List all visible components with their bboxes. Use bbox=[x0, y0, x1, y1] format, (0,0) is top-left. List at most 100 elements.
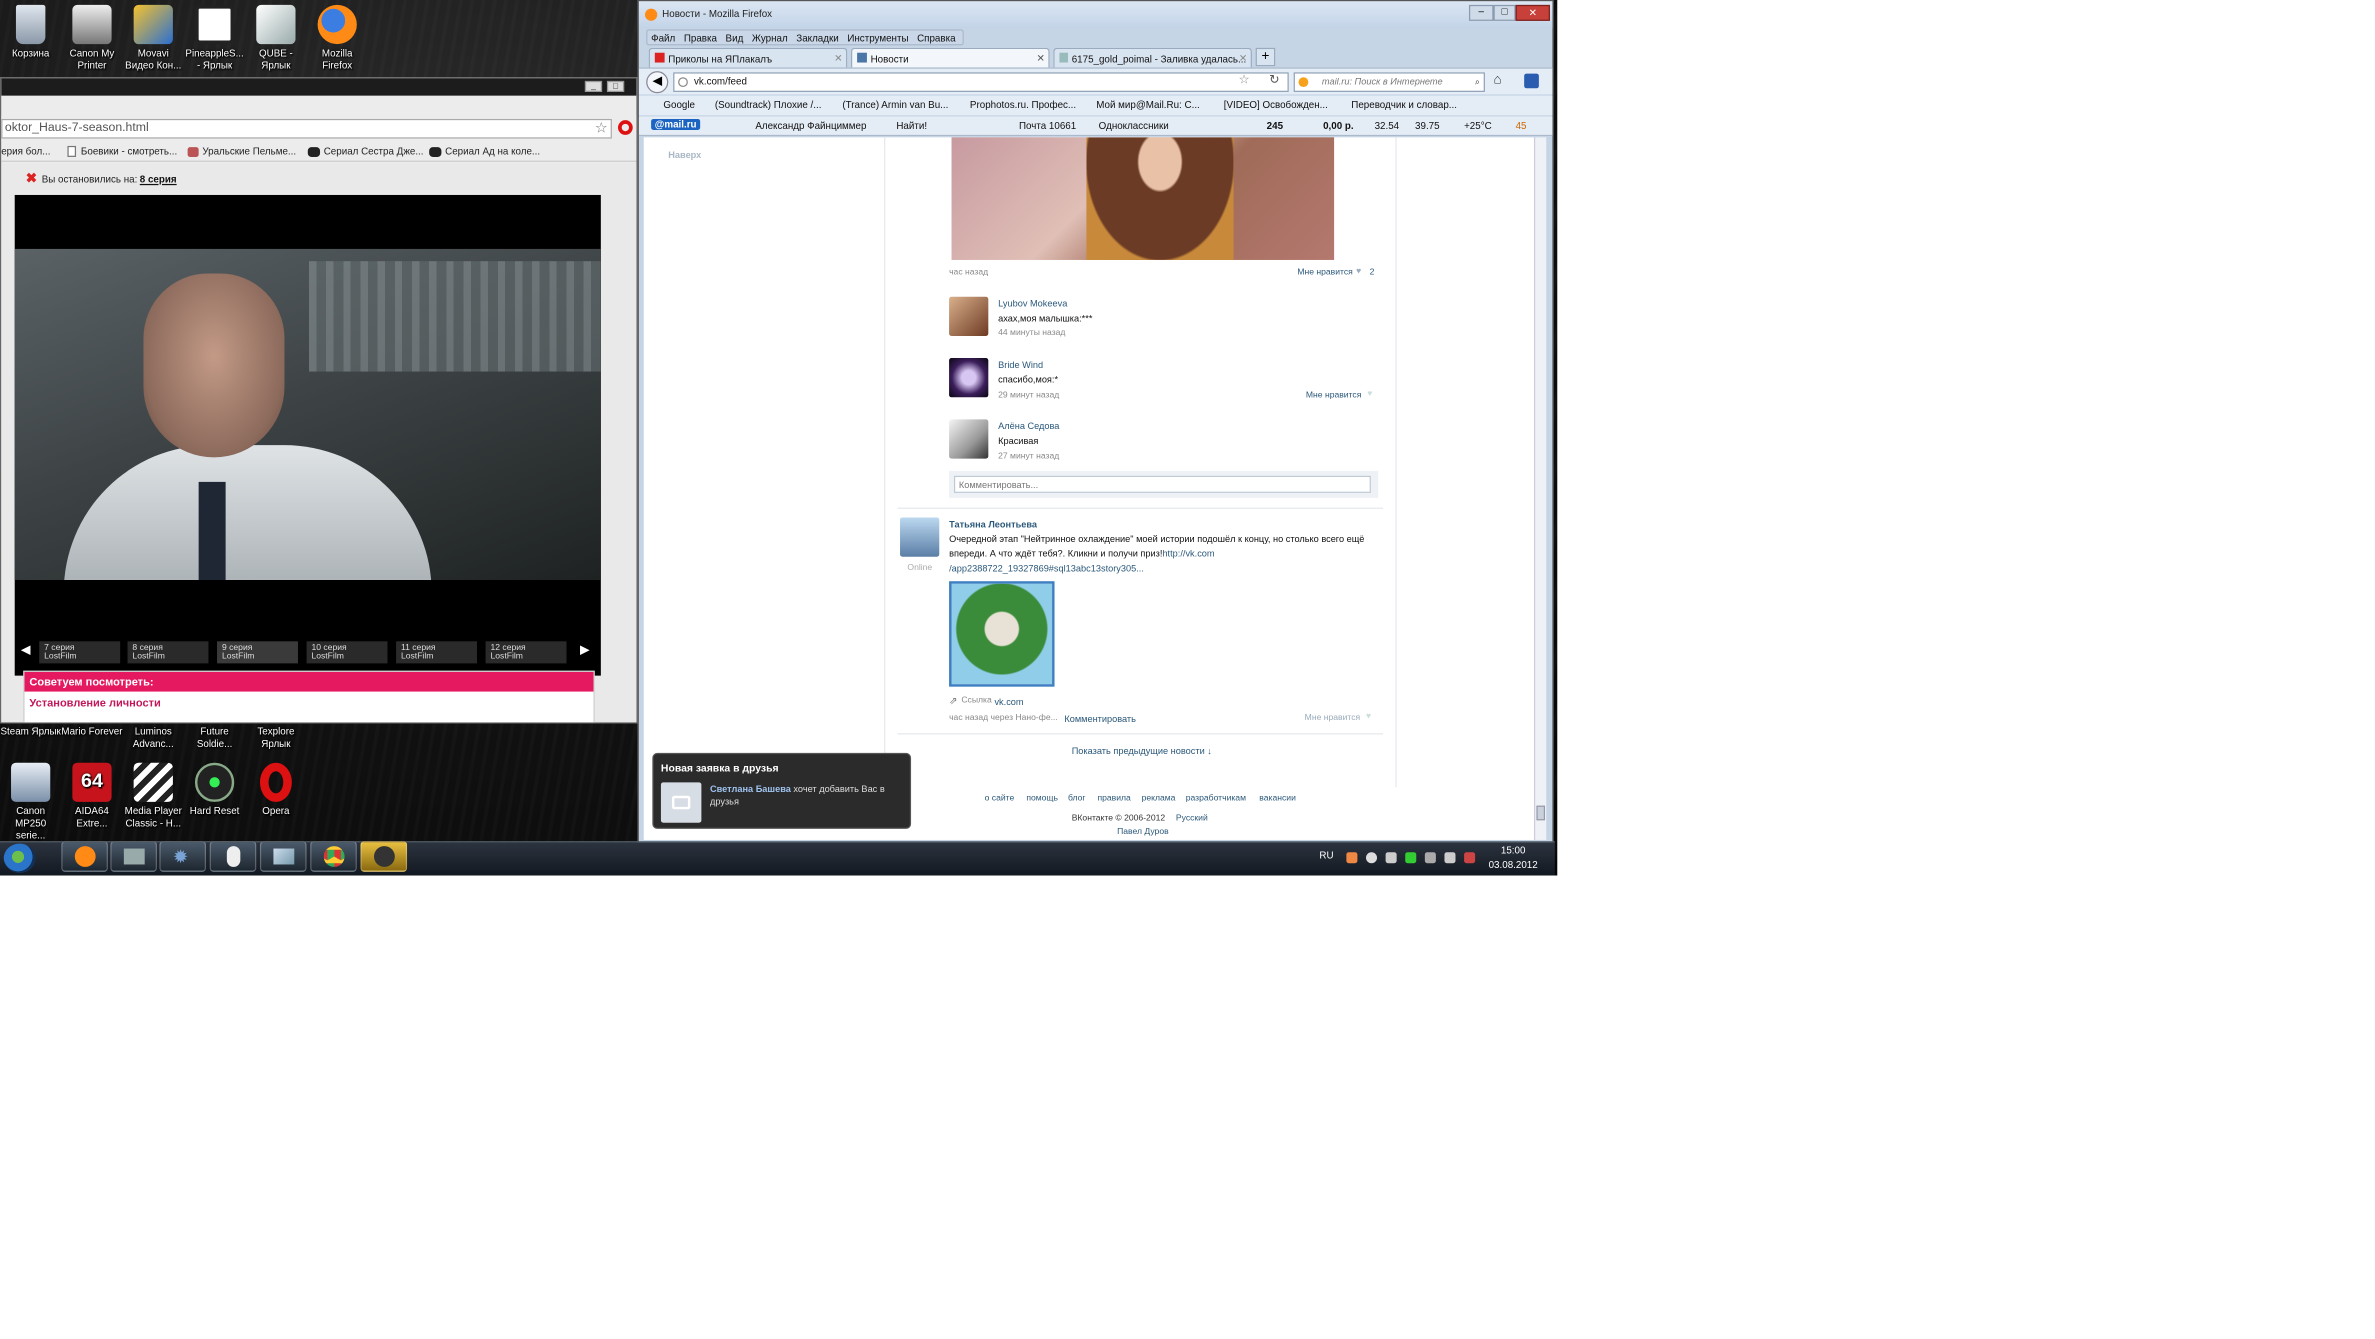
url-input[interactable]: vk.com/feed bbox=[673, 72, 1289, 92]
attach-link[interactable]: vk.com bbox=[994, 696, 1023, 707]
tray-icon[interactable] bbox=[1405, 852, 1417, 864]
episode-item[interactable]: 9 серия LostFilm bbox=[217, 641, 298, 664]
bookmark-video[interactable]: [VIDEO] Освобожден... bbox=[1224, 99, 1328, 110]
scrollbar[interactable] bbox=[1533, 137, 1547, 840]
heart-icon[interactable]: ♥ bbox=[1367, 390, 1372, 399]
post-like[interactable]: Мне нравится bbox=[1297, 269, 1352, 278]
taskbar-gear[interactable]: ✹ bbox=[159, 841, 207, 872]
close-icon[interactable]: ✖ bbox=[26, 170, 37, 187]
comment-author[interactable]: Алёна Седова bbox=[998, 421, 1059, 432]
footer-link[interactable]: разработчикам bbox=[1186, 795, 1246, 804]
back-to-top-link[interactable]: Наверх bbox=[668, 150, 701, 161]
footer-link[interactable]: реклама bbox=[1142, 795, 1176, 804]
mailru-ok[interactable]: Одноклассники bbox=[1099, 120, 1169, 131]
menu-edit[interactable]: Правка bbox=[684, 33, 717, 44]
desktop-icon-opera[interactable]: Opera bbox=[245, 762, 306, 818]
tray-icon[interactable] bbox=[1464, 852, 1476, 864]
desktop-icon-texplore[interactable]: Texplore Ярлык bbox=[245, 726, 306, 751]
episode-item[interactable]: 11 серия LostFilm bbox=[396, 641, 477, 664]
mailru-usd[interactable]: 32.54 bbox=[1375, 120, 1400, 131]
bookmark-item[interactable]: Сериал Ад на коле... bbox=[445, 146, 540, 157]
mailru-count[interactable]: 245 bbox=[1267, 120, 1283, 131]
heart-icon[interactable]: ♥ bbox=[1366, 712, 1371, 721]
back-button[interactable]: ◀ bbox=[646, 71, 669, 94]
maximize-button[interactable]: □ bbox=[606, 80, 625, 92]
star-icon[interactable]: ☆ bbox=[1238, 74, 1249, 87]
post-time[interactable]: час назад bbox=[949, 269, 988, 278]
minimize-button[interactable]: – bbox=[1468, 4, 1494, 21]
speaker-icon[interactable] bbox=[1444, 852, 1456, 864]
start-button[interactable] bbox=[3, 843, 36, 874]
recommend-item[interactable]: Установление личности bbox=[25, 692, 594, 714]
author-link[interactable]: Павел Дуров bbox=[1117, 828, 1169, 837]
desktop-icon-qube[interactable]: QUBE - Ярлык bbox=[245, 4, 306, 72]
desktop-icon-mario[interactable]: Mario Forever bbox=[61, 726, 122, 738]
bookmark-item[interactable]: ерия бол... bbox=[1, 146, 50, 157]
bookmark-item[interactable]: Уральские Пельме... bbox=[202, 146, 296, 157]
close-tab-icon[interactable]: ✕ bbox=[1239, 53, 1247, 64]
desktop-icon-canon-mp250[interactable]: Canon MP250 serie... bbox=[0, 762, 61, 843]
bookmark-soundtrack[interactable]: (Soundtrack) Плохие /... bbox=[715, 99, 822, 110]
episode-item[interactable]: 10 серия LostFilm bbox=[306, 641, 388, 664]
next-arrow-icon[interactable]: ▶ bbox=[580, 644, 589, 657]
post-photo[interactable] bbox=[951, 137, 1335, 260]
desktop-icon-future-soldier[interactable]: Future Soldie... bbox=[184, 726, 245, 751]
tray-icon[interactable] bbox=[1385, 852, 1397, 864]
opera-icon[interactable] bbox=[618, 120, 633, 135]
language-indicator[interactable]: RU bbox=[1319, 850, 1333, 861]
bookmark-google[interactable]: Google bbox=[663, 99, 695, 110]
desktop-icon-recycle-bin[interactable]: Корзина bbox=[0, 4, 61, 60]
resume-link[interactable]: 8 серия bbox=[140, 174, 177, 185]
episode-item[interactable]: 8 серия LostFilm bbox=[127, 641, 209, 664]
mailru-user[interactable]: Александр Файнциммер bbox=[755, 120, 866, 131]
tab-gold-poimal[interactable]: 6175_gold_poimal - Заливка удалась... ✕ bbox=[1053, 47, 1252, 68]
video-player[interactable]: ◀ 7 серия LostFilm 8 серия LostFilm 9 сери… bbox=[14, 194, 601, 676]
post-link-2[interactable]: /app2388722_19327869#sql13abc13story305.… bbox=[949, 563, 1144, 574]
post-author[interactable]: Татьяна Леонтьева bbox=[949, 519, 1037, 530]
show-more-link[interactable]: Показать предыдущие новости ↓ bbox=[1072, 746, 1212, 757]
home-icon[interactable]: ⌂ bbox=[1494, 72, 1502, 87]
notification-name[interactable]: Светлана Башева bbox=[710, 784, 791, 795]
close-button[interactable]: ✕ bbox=[1515, 4, 1550, 21]
menu-history[interactable]: Журнал bbox=[752, 33, 788, 44]
menu-view[interactable]: Вид bbox=[726, 33, 744, 44]
comment-author[interactable]: Bride Wind bbox=[998, 359, 1043, 370]
taskbar-explorer[interactable] bbox=[110, 841, 157, 872]
comment-time[interactable]: 29 минут назад bbox=[998, 391, 1059, 400]
desktop-icon-firefox[interactable]: Mozilla Firefox bbox=[307, 4, 368, 72]
desktop-icon-aida64[interactable]: 64 AIDA64 Extre... bbox=[61, 762, 122, 830]
post-link[interactable]: http://vk.com bbox=[1162, 548, 1214, 559]
addon-icon[interactable] bbox=[1524, 73, 1539, 89]
url-input[interactable]: oktor_Haus-7-season.html bbox=[1, 118, 612, 139]
taskbar-steam[interactable] bbox=[360, 841, 408, 872]
friend-request-notification[interactable]: Новая заявка в друзья Светлана Башева хо… bbox=[652, 752, 912, 829]
notification-avatar[interactable] bbox=[660, 782, 702, 823]
mailru-find-button[interactable]: Найти! bbox=[896, 120, 927, 131]
author-avatar[interactable] bbox=[900, 517, 940, 557]
bookmark-trance[interactable]: (Trance) Armin van Bu... bbox=[842, 99, 948, 110]
post-image[interactable] bbox=[949, 581, 1055, 687]
video-frame[interactable] bbox=[14, 248, 601, 580]
desktop-icon-mpc[interactable]: Media Player Classic - H... bbox=[123, 762, 184, 830]
reload-icon[interactable]: ↻ bbox=[1269, 74, 1279, 87]
desktop-icon-canon-printer[interactable]: Canon My Printer bbox=[61, 4, 122, 72]
mailru-extra[interactable]: 45 bbox=[1516, 120, 1527, 131]
maximize-button[interactable]: □ bbox=[1493, 4, 1516, 21]
bookmark-translator[interactable]: Переводчик и словар... bbox=[1351, 99, 1457, 110]
avatar[interactable] bbox=[949, 296, 989, 336]
clock-time[interactable]: 15:00 bbox=[1501, 845, 1526, 856]
episode-item[interactable]: 7 серия LostFilm bbox=[39, 641, 121, 664]
mailru-mail[interactable]: Почта 10661 bbox=[1019, 120, 1076, 131]
menu-tools[interactable]: Инструменты bbox=[847, 33, 908, 44]
footer-link[interactable]: помощь bbox=[1026, 795, 1058, 804]
minimize-button[interactable]: _ bbox=[584, 80, 603, 92]
desktop-icon-pineapple[interactable]: PineappleS... - Ярлык bbox=[184, 4, 245, 72]
taskbar-app[interactable] bbox=[259, 841, 307, 872]
bookmark-item[interactable]: Сериал Сестра Дже... bbox=[324, 146, 424, 157]
taskbar-chrome[interactable] bbox=[310, 841, 357, 872]
desktop-icon-hard-reset[interactable]: Hard Reset bbox=[184, 762, 245, 818]
bookmark-prophotos[interactable]: Prophotos.ru. Профес... bbox=[970, 99, 1076, 110]
clock-date[interactable]: 03.08.2012 bbox=[1489, 860, 1538, 871]
mailru-temp[interactable]: +25°C bbox=[1464, 120, 1492, 131]
mailru-logo[interactable]: @mail.ru bbox=[651, 118, 701, 130]
